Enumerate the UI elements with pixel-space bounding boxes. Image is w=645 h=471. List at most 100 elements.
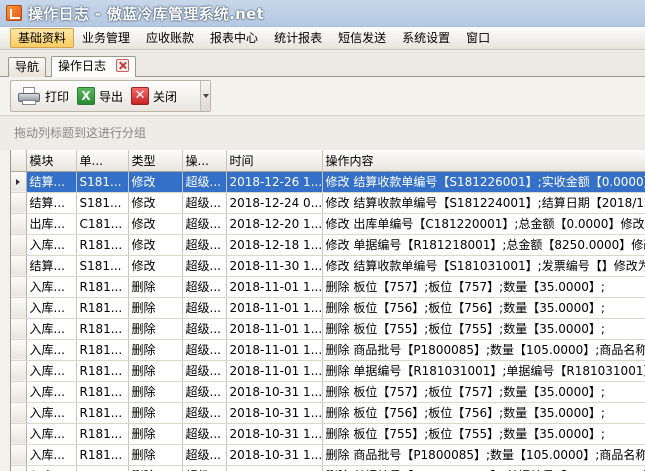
row-indicator[interactable] xyxy=(11,171,27,193)
cell-operator[interactable]: 超级... xyxy=(182,423,227,445)
table-row[interactable]: 入库... R181... 修改 超级... 2018-12-18 1... 修改 单据编… xyxy=(11,234,645,256)
table-row[interactable]: 结算... S181... 修改 超级... 2018-11-30 1... 修改 结算收… xyxy=(11,255,645,277)
cell-doc-no[interactable]: R181... xyxy=(76,444,129,466)
cell-module[interactable]: 出库... xyxy=(26,213,77,235)
row-indicator[interactable] xyxy=(11,297,27,319)
cell-content[interactable]: 删除 商品批号【P1800085】;数量【105.0000】;商品名称 xyxy=(322,339,645,361)
cell-module[interactable]: 入库... xyxy=(26,465,77,471)
cell-module[interactable]: 结算... xyxy=(26,192,77,214)
cell-content[interactable]: 修改 单据编号【R181218001】;总金额【8250.0000】修改 xyxy=(322,234,645,256)
cell-operator[interactable]: 超级... xyxy=(182,339,227,361)
table-row[interactable]: 出库... C181... 修改 超级... 2018-12-20 1... 修改 出库单… xyxy=(11,213,645,235)
table-row[interactable]: 入库...R181...删除超级...2018-10-31 1...删除 单据编… xyxy=(11,465,645,471)
menu-receivables[interactable]: 应收账款 xyxy=(138,28,202,48)
cell-type[interactable]: 删除 xyxy=(128,444,183,466)
close-tab-icon[interactable] xyxy=(115,59,129,72)
cell-doc-no[interactable]: R181... xyxy=(76,318,129,340)
cell-doc-no[interactable]: R181... xyxy=(76,465,129,471)
cell-doc-no[interactable]: R181... xyxy=(76,402,129,424)
cell-type[interactable]: 修改 xyxy=(128,234,183,256)
menu-report-center[interactable]: 报表中心 xyxy=(202,28,266,48)
cell-time[interactable]: 2018-10-31 1... xyxy=(226,381,323,403)
cell-type[interactable]: 修改 xyxy=(128,255,183,277)
cell-module[interactable]: 入库... xyxy=(26,297,77,319)
row-indicator[interactable] xyxy=(11,255,27,277)
cell-time[interactable]: 2018-11-01 1... xyxy=(226,339,323,361)
table-row[interactable]: 入库... R181... 删除 超级... 2018-10-31 1... 删除 板位【… xyxy=(11,402,645,424)
cell-content[interactable]: 删除 商品批号【P1800085】;数量【105.0000】;商品名称 xyxy=(322,444,645,466)
table-row[interactable]: 入库... R181... 删除 超级... 2018-10-31 1... 删除 板位【… xyxy=(11,381,645,403)
cell-doc-no[interactable]: S181... xyxy=(76,255,129,277)
table-row[interactable]: 入库... R181... 删除 超级... 2018-11-01 1... 删除 商品批… xyxy=(11,339,645,361)
cell-operator[interactable]: 超级... xyxy=(182,234,227,256)
cell-doc-no[interactable]: C181... xyxy=(76,213,129,235)
cell-type[interactable]: 删除 xyxy=(128,465,183,471)
row-indicator[interactable] xyxy=(11,465,27,471)
tab-operation-log[interactable]: 操作日志 xyxy=(51,56,136,78)
cell-content[interactable]: 删除 板位【755】;板位【755】;数量【35.0000】; xyxy=(322,318,645,340)
row-indicator[interactable] xyxy=(11,402,27,424)
cell-type[interactable]: 删除 xyxy=(128,423,183,445)
cell-module[interactable]: 入库... xyxy=(26,360,77,382)
cell-operator[interactable]: 超级... xyxy=(182,213,227,235)
column-header-operator[interactable]: 操... xyxy=(182,150,227,172)
menu-business[interactable]: 业务管理 xyxy=(74,28,138,48)
cell-doc-no[interactable]: R181... xyxy=(76,381,129,403)
group-by-panel[interactable]: 拖动列标题到这进行分组 xyxy=(0,115,645,150)
row-indicator[interactable] xyxy=(11,339,27,361)
cell-content[interactable]: 删除 单据编号【R181031001】;单据编号【R181031001】 xyxy=(322,360,645,382)
cell-doc-no[interactable]: R181... xyxy=(76,276,129,298)
cell-operator[interactable]: 超级... xyxy=(182,360,227,382)
cell-content[interactable]: 修改 出库单编号【C181220001】;总金额【0.0000】修改为 xyxy=(322,213,645,235)
cell-operator[interactable]: 超级... xyxy=(182,255,227,277)
cell-time[interactable]: 2018-11-01 1... xyxy=(226,276,323,298)
cell-operator[interactable]: 超级... xyxy=(182,276,227,298)
row-indicator[interactable] xyxy=(11,444,27,466)
cell-time[interactable]: 2018-10-31 1... xyxy=(226,402,323,424)
table-row[interactable]: 入库... R181... 删除 超级... 2018-11-01 1... 删除 板位【… xyxy=(11,297,645,319)
toolbar-options-dropdown[interactable] xyxy=(200,81,210,111)
cell-doc-no[interactable]: R181... xyxy=(76,297,129,319)
cell-operator[interactable]: 超级... xyxy=(182,171,227,193)
cell-type[interactable]: 删除 xyxy=(128,381,183,403)
table-row[interactable]: 入库... R181... 删除 超级... 2018-11-01 1... 删除 板位【… xyxy=(11,318,645,340)
cell-type[interactable]: 修改 xyxy=(128,192,183,214)
row-indicator[interactable] xyxy=(11,276,27,298)
cell-type[interactable]: 修改 xyxy=(128,171,183,193)
cell-type[interactable]: 修改 xyxy=(128,213,183,235)
cell-module[interactable]: 入库... xyxy=(26,402,77,424)
row-indicator[interactable] xyxy=(11,360,27,382)
cell-operator[interactable]: 超级... xyxy=(182,402,227,424)
column-header-content[interactable]: 操作内容 xyxy=(322,150,645,172)
cell-time[interactable]: 2018-11-01 1... xyxy=(226,318,323,340)
cell-doc-no[interactable]: R181... xyxy=(76,234,129,256)
cell-content[interactable]: 删除 板位【756】;板位【756】;数量【35.0000】; xyxy=(322,402,645,424)
menu-basic-data[interactable]: 基础资料 xyxy=(10,28,75,48)
cell-time[interactable]: 2018-12-26 1... xyxy=(226,171,323,193)
table-row[interactable]: 结算... S181... 修改 超级... 2018-12-26 1... 修改 结算收… xyxy=(11,171,645,193)
cell-operator[interactable]: 超级... xyxy=(182,192,227,214)
print-button[interactable]: 打印 xyxy=(17,84,69,108)
cell-operator[interactable]: 超级... xyxy=(182,381,227,403)
row-indicator[interactable] xyxy=(11,213,27,235)
close-button[interactable]: ✕ 关闭 xyxy=(131,84,177,108)
row-indicator[interactable] xyxy=(11,234,27,256)
row-indicator[interactable] xyxy=(11,381,27,403)
cell-type[interactable]: 删除 xyxy=(128,318,183,340)
cell-time[interactable]: 2018-12-18 1... xyxy=(226,234,323,256)
table-row[interactable]: 入库... R181... 删除 超级... 2018-10-31 1... 删除 商品批… xyxy=(11,444,645,466)
cell-content[interactable]: 修改 结算收款单编号【S181224001】;结算日期【2018/12 xyxy=(322,192,645,214)
table-row[interactable]: 入库... R181... 删除 超级... 2018-11-01 1... 删除 板位【… xyxy=(11,276,645,298)
cell-time[interactable]: 2018-12-24 0... xyxy=(226,192,323,214)
cell-time[interactable]: 2018-11-01 1... xyxy=(226,297,323,319)
cell-module[interactable]: 结算... xyxy=(26,255,77,277)
cell-content[interactable]: 修改 结算收款单编号【S181031001】;发票编号【】修改为 xyxy=(322,255,645,277)
cell-content[interactable]: 删除 板位【757】;板位【757】;数量【35.0000】; xyxy=(322,276,645,298)
cell-operator[interactable]: 超级... xyxy=(182,465,227,471)
cell-operator[interactable]: 超级... xyxy=(182,444,227,466)
cell-type[interactable]: 删除 xyxy=(128,297,183,319)
cell-content[interactable]: 删除 板位【756】;板位【756】;数量【35.0000】; xyxy=(322,297,645,319)
cell-content[interactable]: 删除 板位【757】;板位【757】;数量【35.0000】; xyxy=(322,381,645,403)
cell-module[interactable]: 入库... xyxy=(26,318,77,340)
cell-type[interactable]: 删除 xyxy=(128,402,183,424)
